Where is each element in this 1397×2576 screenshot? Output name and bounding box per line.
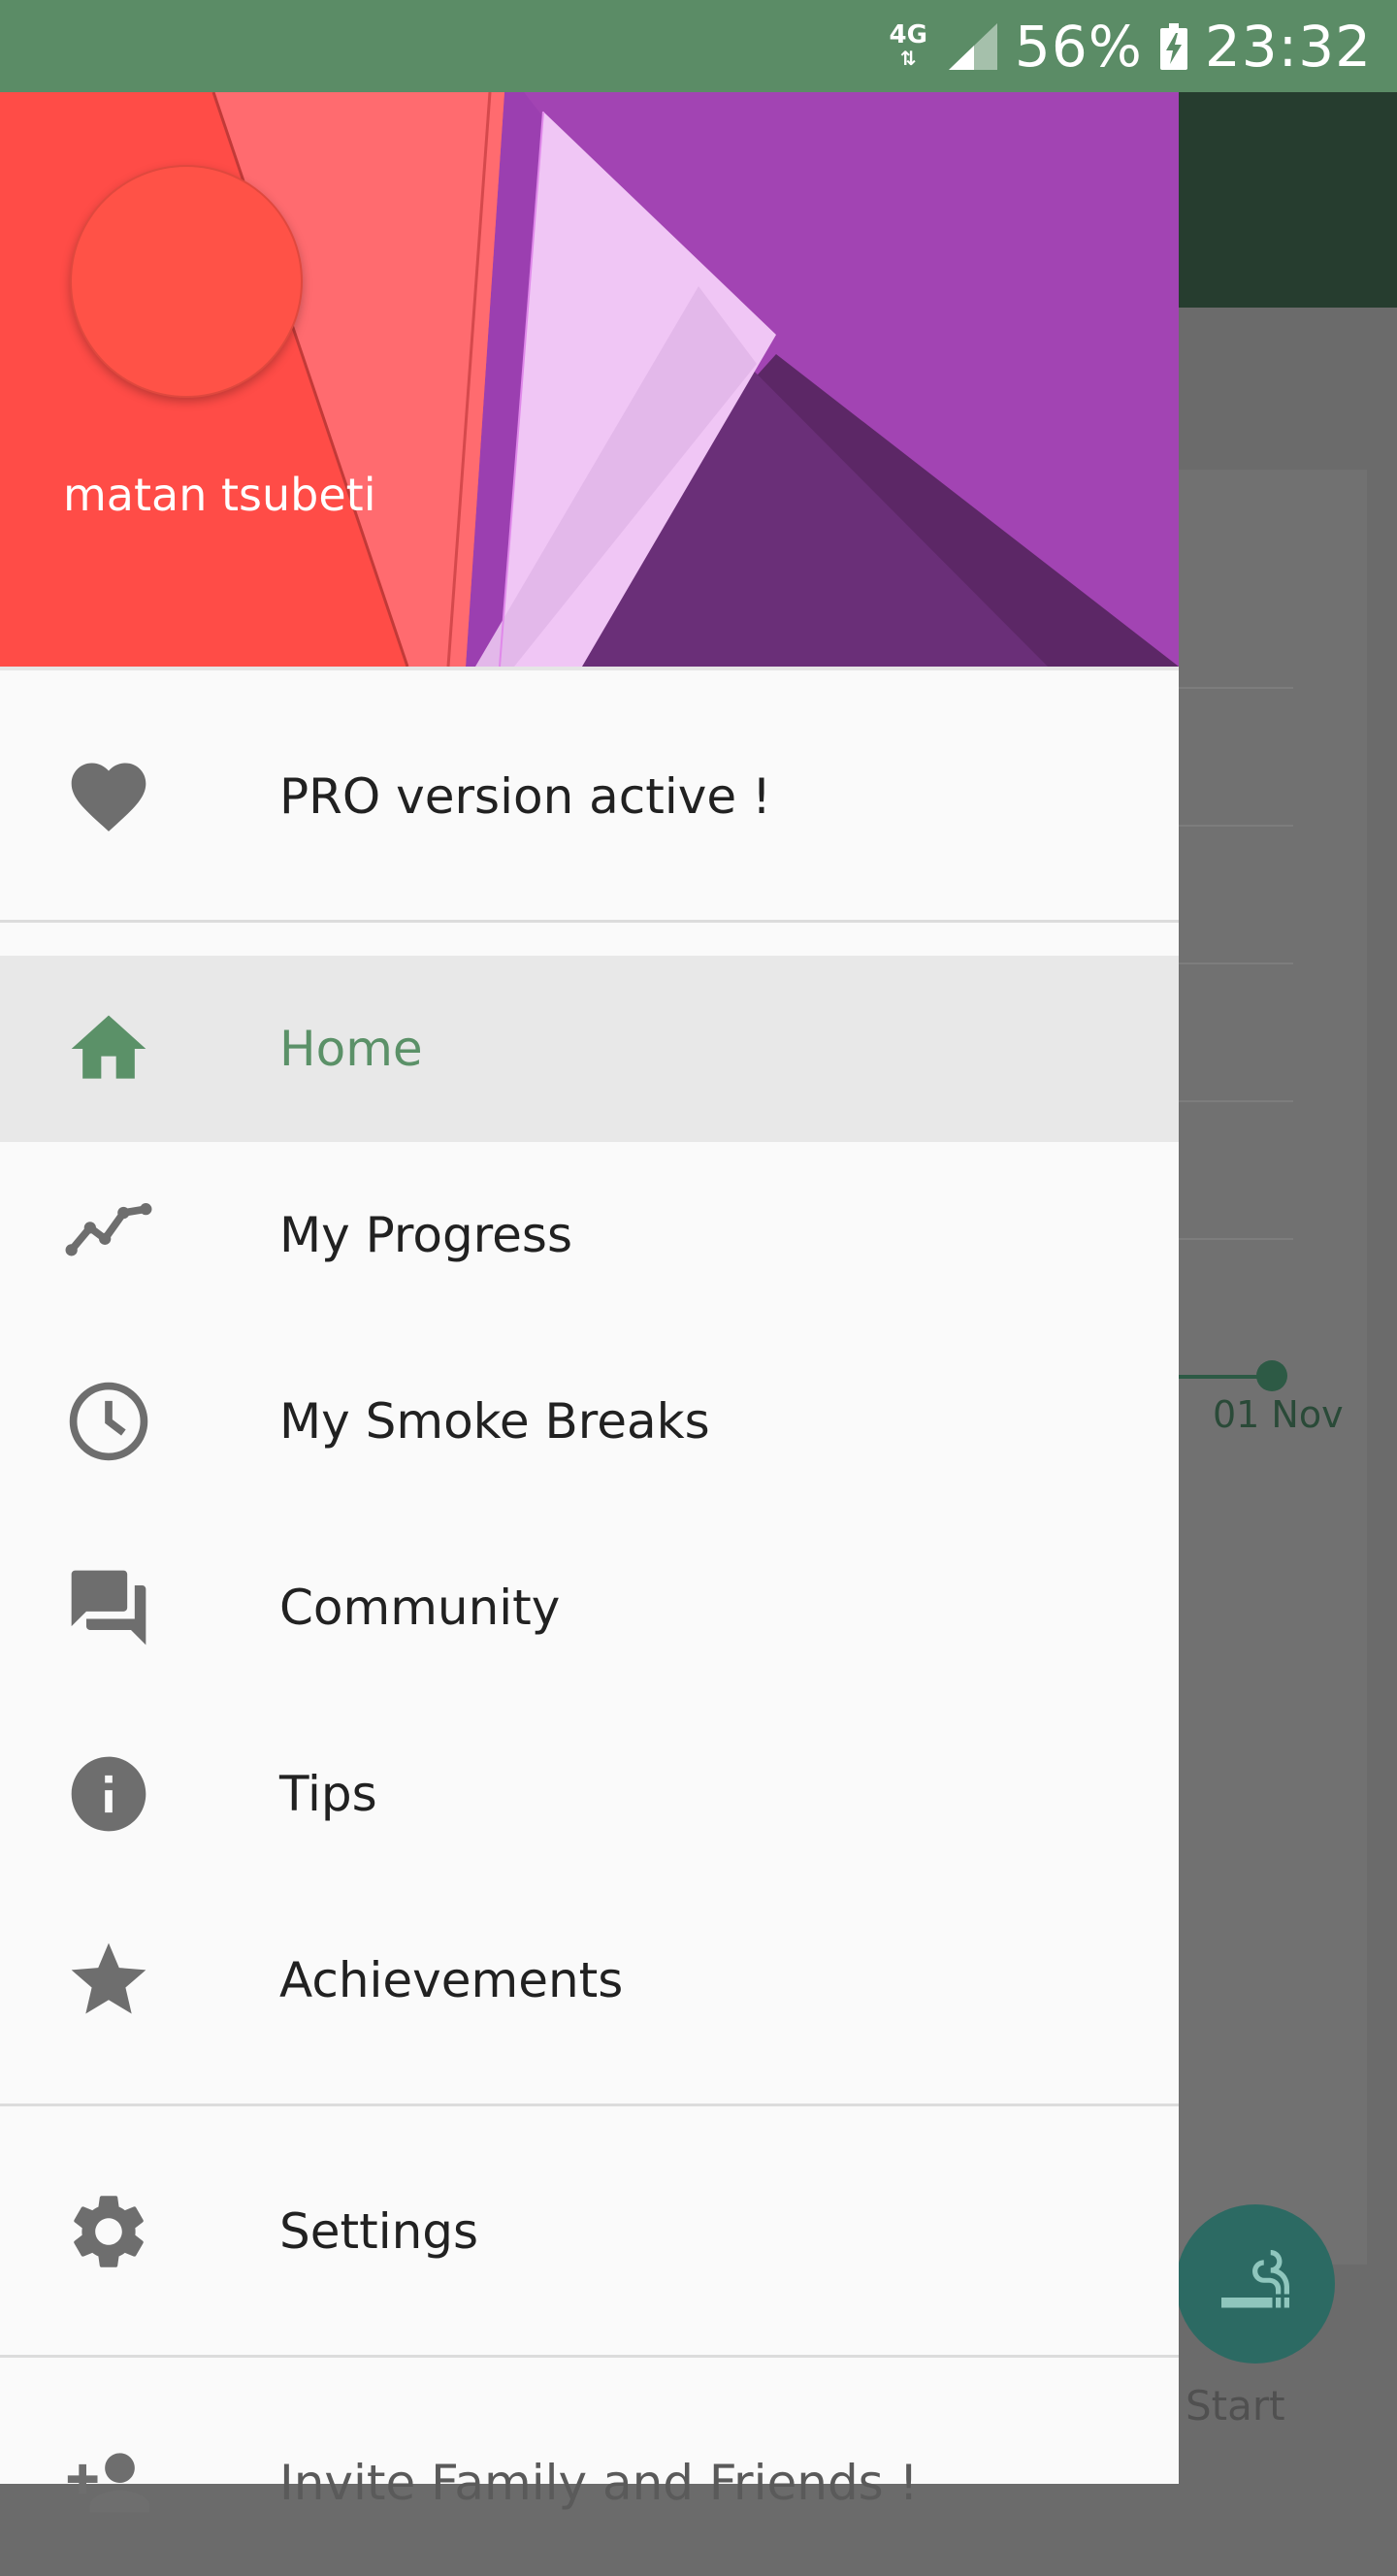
menu-item-label: My Smoke Breaks [279, 1393, 710, 1450]
divider [0, 2355, 1179, 2358]
menu-item-pro-version[interactable]: PRO version active ! [0, 703, 1179, 890]
menu-item-achievements[interactable]: Achievements [0, 1887, 1179, 2073]
divider [0, 920, 1179, 923]
timeline-dot [1256, 1360, 1287, 1391]
card-divider [1179, 825, 1293, 827]
card-divider [1179, 1238, 1293, 1240]
menu-item-community[interactable]: Community [0, 1515, 1179, 1701]
smoking-icon [1221, 2250, 1289, 2308]
navigation-drawer: matan tsubeti PRO version active ! Home … [0, 92, 1179, 2513]
menu-item-label: My Progress [279, 1207, 573, 1263]
add-person-icon [67, 2453, 150, 2513]
fab-label: Start [1186, 2382, 1285, 2429]
trending-icon [65, 1203, 152, 1256]
card-divider [1179, 1100, 1293, 1102]
menu-item-settings[interactable]: Settings [0, 2138, 1179, 2325]
menu-item-label: Home [279, 1021, 423, 1077]
battery-percent: 56% [1014, 13, 1143, 80]
battery-charging-icon [1159, 22, 1187, 70]
menu-item-tips[interactable]: Tips [0, 1701, 1179, 1887]
header-divider [0, 667, 1179, 670]
star-icon [71, 1942, 146, 2014]
background-toolbar [1179, 92, 1397, 308]
card-divider [1179, 687, 1293, 689]
forum-icon [71, 1570, 146, 1646]
status-bar: 4G ⇅ 56% 23:32 [0, 0, 1397, 92]
menu-item-label: Community [279, 1580, 561, 1636]
menu-item-my-smoke-breaks[interactable]: My Smoke Breaks [0, 1328, 1179, 1515]
network-type-indicator: 4G ⇅ [889, 19, 927, 70]
menu-item-label: PRO version active ! [279, 768, 772, 825]
divider [0, 2103, 1179, 2106]
gear-icon [74, 2196, 144, 2267]
menu-item-label: Achievements [279, 1952, 624, 2008]
menu-item-my-progress[interactable]: My Progress [0, 1142, 1179, 1328]
username: matan tsubeti [63, 469, 376, 521]
menu-item-invite[interactable]: Invite Family and Friends ! [0, 2390, 1179, 2576]
signal-icon [948, 22, 997, 70]
start-smoke-fab[interactable] [1176, 2204, 1335, 2364]
home-icon [71, 1015, 146, 1079]
menu-item-label: Invite Family and Friends ! [279, 2455, 919, 2511]
timeline-date: 01 Nov [1213, 1393, 1344, 1436]
avatar[interactable] [70, 165, 303, 398]
card-divider [1179, 962, 1293, 964]
drawer-header: matan tsubeti [0, 92, 1179, 667]
menu-item-label: Tips [279, 1766, 377, 1822]
heart-icon [71, 763, 146, 831]
info-icon [71, 1756, 146, 1832]
menu-item-label: Settings [279, 2203, 479, 2260]
clock-icon [69, 1382, 148, 1461]
menu-item-home[interactable]: Home [0, 956, 1179, 1142]
clock-time: 23:32 [1204, 13, 1372, 80]
